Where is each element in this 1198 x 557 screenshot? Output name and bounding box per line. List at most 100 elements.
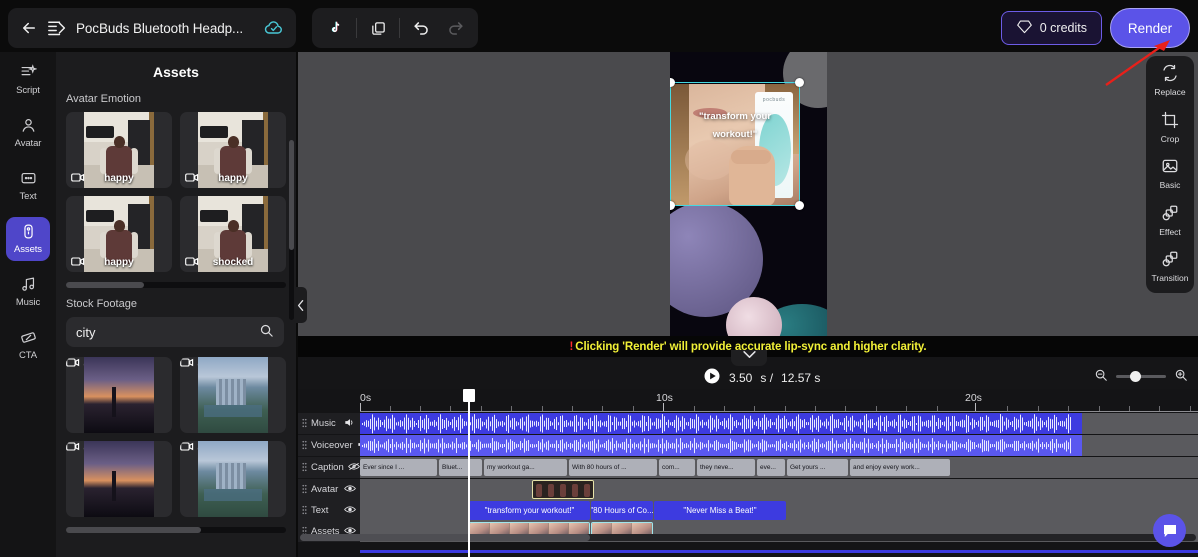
track-header-caption[interactable]: Caption: [298, 457, 360, 478]
video-clip-icon: [66, 441, 80, 455]
video-canvas[interactable]: pocbuds "transform your workout!": [670, 52, 827, 357]
track-name-avatar: Avatar: [311, 484, 340, 495]
crop-icon: [1161, 111, 1179, 132]
collapse-notice-button[interactable]: [731, 350, 767, 366]
project-pill: PocBuds Bluetooth Headp...: [8, 8, 296, 48]
resize-handle-bottom-left[interactable]: [670, 201, 675, 210]
timeline-ruler-baseline: [360, 411, 1198, 412]
tool-replace[interactable]: Replace: [1149, 64, 1191, 97]
tool-basic[interactable]: Basic: [1149, 157, 1191, 190]
sidebar-label-music: Music: [16, 298, 40, 308]
track-header-text[interactable]: Text: [298, 500, 360, 521]
timeline-zoom-control: [1094, 368, 1188, 385]
text-clip[interactable]: "transform your workout!": [469, 501, 590, 520]
caption-visibility-icon[interactable]: [348, 461, 360, 475]
tiktok-icon[interactable]: [318, 11, 352, 45]
stock-footage-item[interactable]: city city: [180, 357, 286, 433]
speaker-icon[interactable]: [344, 417, 356, 431]
render-button[interactable]: Render: [1110, 8, 1190, 48]
text-clip[interactable]: "Never Miss a Beat!": [654, 501, 786, 520]
track-body-text[interactable]: "transform your workout!""80 Hours of Co…: [360, 500, 1198, 521]
resize-handle-top-left[interactable]: [670, 78, 675, 87]
tool-effect[interactable]: Effect: [1149, 204, 1191, 237]
chat-bubble-icon[interactable]: [1153, 514, 1186, 547]
undo-icon[interactable]: [404, 11, 438, 45]
sidebar-label-assets: Assets: [14, 245, 42, 255]
caption-clip[interactable]: and enjoy every work...: [850, 459, 950, 476]
track-body-caption[interactable]: Ever since I ...Bluet...my workout ga...…: [360, 457, 1198, 478]
caption-clip[interactable]: Ever since I ...: [360, 459, 437, 476]
collapse-panel-handle[interactable]: [294, 287, 307, 323]
avatar-emotion-hscrollbar[interactable]: [66, 282, 286, 288]
drag-handle-icon[interactable]: [302, 417, 307, 431]
resize-handle-top-right[interactable]: [795, 78, 804, 87]
caption-clip[interactable]: With 80 hours of ...: [569, 459, 657, 476]
play-icon[interactable]: [703, 367, 721, 388]
caption-clip[interactable]: they neve...: [697, 459, 755, 476]
track-header-music[interactable]: Music: [298, 413, 360, 434]
timeline-horizontal-scrollbar[interactable]: [300, 534, 1196, 541]
zoom-slider-knob[interactable]: [1130, 371, 1141, 382]
stock-footage-item[interactable]: city city: [180, 441, 286, 517]
ruler-label-20s: 20s: [965, 392, 982, 404]
stock-search-input[interactable]: city: [66, 317, 284, 347]
track-header-voiceover[interactable]: Voiceover: [298, 435, 360, 456]
track-body-voiceover[interactable]: [360, 435, 1198, 456]
total-time: 12.57 s: [781, 371, 820, 385]
avatar-clip[interactable]: [532, 480, 594, 499]
caption-clip[interactable]: eve...: [757, 459, 785, 476]
video-clip-icon: [180, 357, 194, 371]
redo-icon[interactable]: [438, 11, 472, 45]
resize-handle-bottom-right[interactable]: [795, 201, 804, 210]
drag-handle-icon[interactable]: [302, 483, 307, 497]
playhead[interactable]: [468, 389, 470, 557]
eye-icon[interactable]: [344, 483, 356, 497]
avatar-emotion-thumb[interactable]: happy: [66, 196, 172, 272]
zoom-out-icon[interactable]: [1094, 368, 1108, 385]
caption-clip[interactable]: Bluet...: [439, 459, 482, 476]
edit-tools-group: [312, 8, 478, 48]
track-body-music[interactable]: [360, 413, 1198, 434]
sidebar-item-text[interactable]: Text: [6, 164, 50, 208]
stock-footage-hscrollbar[interactable]: [66, 527, 286, 533]
avatar-emotion-thumb[interactable]: happy: [66, 112, 172, 188]
search-icon[interactable]: [259, 323, 274, 341]
stock-footage-grid: city city city city city city city city: [66, 357, 286, 517]
drag-handle-icon[interactable]: [302, 504, 307, 518]
tool-crop[interactable]: Crop: [1149, 111, 1191, 144]
credits-button[interactable]: 0 credits: [1001, 11, 1102, 45]
thumb-caption: happy: [66, 257, 172, 268]
caption-clip[interactable]: com...: [659, 459, 695, 476]
text-clip[interactable]: "80 Hours of Co...: [591, 501, 653, 520]
caption-clip[interactable]: my workout ga...: [484, 459, 567, 476]
duplicate-icon[interactable]: [361, 11, 395, 45]
sidebar-item-avatar[interactable]: Avatar: [6, 111, 50, 155]
track-header-avatar[interactable]: Avatar: [298, 479, 360, 500]
eye-icon[interactable]: [344, 504, 356, 518]
project-title[interactable]: PocBuds Bluetooth Headp...: [76, 21, 255, 36]
avatar-emotion-thumb[interactable]: shocked: [180, 196, 286, 272]
sidebar-item-music[interactable]: Music: [6, 270, 50, 314]
selection-bounding-box[interactable]: [670, 82, 800, 206]
play-controls[interactable]: 3.50 s / 12.57 s: [703, 367, 820, 388]
stock-footage-item[interactable]: city city: [66, 441, 172, 517]
stock-footage-item[interactable]: city city: [66, 357, 172, 433]
sidebar-item-script[interactable]: Script: [6, 58, 50, 102]
current-time: 3.50: [729, 371, 752, 385]
tool-crop-label: Crop: [1161, 135, 1179, 144]
tool-transition[interactable]: Transition: [1149, 250, 1191, 283]
sidebar-item-assets[interactable]: Assets: [6, 217, 50, 261]
sidebar-item-cta[interactable]: CTA: [6, 323, 50, 367]
zoom-slider[interactable]: [1116, 375, 1166, 378]
track-body-avatar[interactable]: [360, 479, 1198, 500]
effect-icon: [1161, 204, 1179, 225]
timeline-ruler[interactable]: 0s 10s 20s: [298, 389, 1198, 411]
timeline-blue-baseline: [360, 550, 1198, 553]
avatar-emotion-thumb[interactable]: happy: [180, 112, 286, 188]
drag-handle-icon[interactable]: [302, 461, 307, 475]
back-arrow-icon[interactable]: [20, 19, 38, 37]
tool-effect-label: Effect: [1159, 228, 1181, 237]
drag-handle-icon[interactable]: [302, 439, 307, 453]
caption-clip[interactable]: Get yours ...: [787, 459, 848, 476]
zoom-in-icon[interactable]: [1174, 368, 1188, 385]
